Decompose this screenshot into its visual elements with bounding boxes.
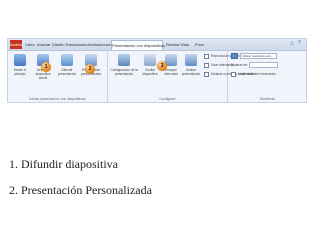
help-icon[interactable]: ? — [298, 40, 301, 46]
tab-animations[interactable]: Animaciones — [88, 40, 111, 50]
group-label-setup: Configurar — [159, 97, 176, 101]
from-current-slide-button[interactable]: Desde la diapositiva actual — [32, 54, 54, 92]
setup-icon — [118, 54, 130, 66]
ribbon-tab-bar: Archivo Inicio Insertar Diseño Transicio… — [8, 39, 306, 51]
hide-slide-icon — [144, 54, 156, 66]
group-start-slideshow: Desde el principio Desde la diapositiva … — [8, 51, 108, 102]
resolution-dropdown[interactable]: Utilizar resolución act... — [240, 53, 277, 60]
tab-transitions[interactable]: Transiciones — [65, 40, 88, 50]
callout-marker-3: 3 — [157, 61, 167, 71]
slideshow-start-icon — [14, 54, 26, 66]
show-media-controls-checkbox[interactable] — [204, 71, 209, 77]
tab-home[interactable]: Inicio — [25, 40, 35, 50]
minimize-ribbon-icon[interactable]: △ — [290, 40, 294, 46]
presenter-view-checkbox[interactable] — [231, 71, 236, 77]
resolution-row[interactable]: Utilizar resolución act... — [231, 53, 277, 60]
record-slideshow-button[interactable]: Grabar presentación — [180, 54, 202, 92]
play-narrations-checkbox[interactable] — [204, 53, 209, 59]
tab-review[interactable]: Revisar — [166, 40, 180, 50]
callout-marker-1: 1 — [41, 62, 51, 72]
group-monitors: Utilizar resolución act... Mostrar en: U… — [228, 51, 306, 102]
record-icon — [185, 54, 197, 66]
group-label-start: Iniciar presentación con diapositivas — [29, 97, 86, 101]
broadcast-icon — [61, 54, 73, 66]
tab-view[interactable]: Vista — [180, 40, 189, 50]
group-label-monitors: Monitores — [259, 97, 276, 101]
list-item-2: 2. Presentación Personalizada — [9, 183, 152, 197]
tab-file[interactable]: Archivo — [10, 40, 23, 49]
presenter-view-option[interactable]: Usar vista del moderador — [231, 71, 276, 78]
group-setup: Configuración de la presentación Ocultar… — [108, 51, 255, 102]
tab-prezi[interactable]: Prezi — [194, 40, 205, 50]
ribbon-screenshot: Archivo Inicio Insertar Diseño Transicio… — [7, 38, 307, 103]
broadcast-slideshow-button[interactable]: Difundir presentación — [56, 54, 78, 92]
hide-slide-button[interactable]: Ocultar diapositiva — [139, 54, 161, 92]
tab-insert[interactable]: Insertar — [37, 40, 51, 50]
callout-marker-2: 2 — [85, 64, 95, 74]
from-beginning-button[interactable]: Desde el principio — [9, 54, 31, 92]
setup-slideshow-button[interactable]: Configuración de la presentación — [110, 54, 138, 92]
use-timings-checkbox[interactable] — [204, 62, 209, 68]
show-on-dropdown[interactable] — [249, 62, 279, 69]
list-item-1: 1. Difundir diapositiva — [9, 157, 118, 171]
tab-design[interactable]: Diseño — [52, 40, 64, 50]
show-on-row[interactable]: Mostrar en: — [231, 62, 279, 69]
monitor-icon — [231, 53, 238, 60]
tab-slideshow[interactable]: Presentación con diapositivas — [111, 40, 165, 50]
